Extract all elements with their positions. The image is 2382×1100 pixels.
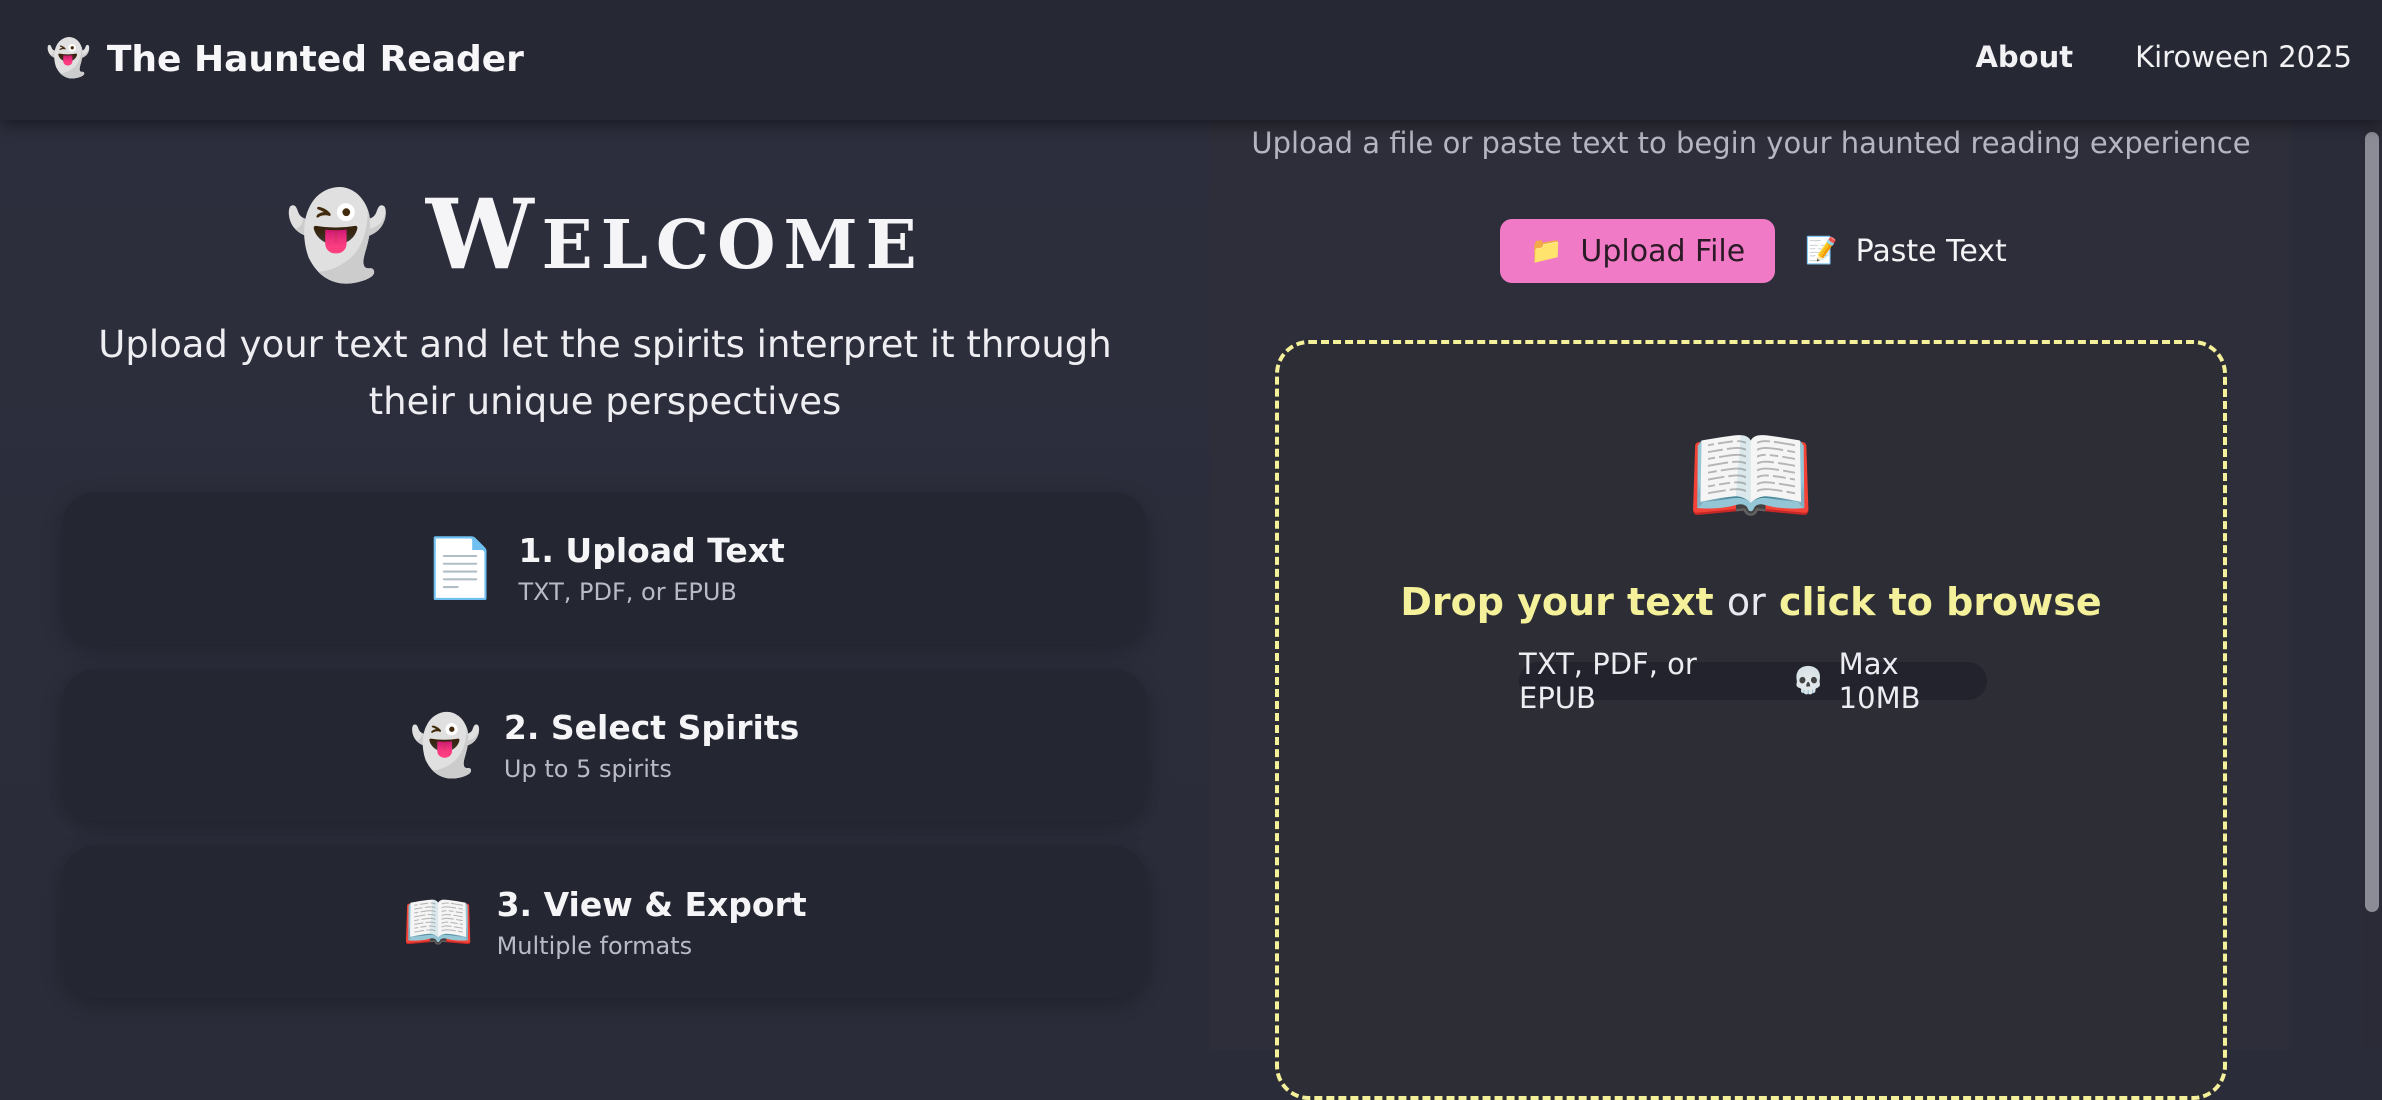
welcome-panel: 👻 Welcome Upload your text and let the s… xyxy=(0,120,1210,1050)
skull-icon: 💀 xyxy=(1792,666,1825,696)
open-book-icon: 📖 xyxy=(402,887,475,956)
memo-icon: 📝 xyxy=(1805,236,1838,266)
file-limits-badge: TXT, PDF, or EPUB 💀 Max 10MB xyxy=(1519,647,1987,715)
tab-upload-file[interactable]: 📁 Upload File xyxy=(1500,219,1776,283)
step-title: 1. Upload Text xyxy=(518,530,785,570)
welcome-heading: 👻 Welcome xyxy=(0,180,1210,290)
scrollbar-thumb[interactable] xyxy=(2365,132,2379,912)
ghost-icon: 👻 xyxy=(46,38,91,79)
page-edge xyxy=(2292,120,2362,1050)
max-size-text: Max 10MB xyxy=(1838,647,1921,715)
formats-text: TXT, PDF, or EPUB xyxy=(1519,647,1697,715)
step-card-export: 📖 3. View & Export Multiple formats xyxy=(62,846,1147,998)
tab-label: Upload File xyxy=(1580,233,1746,269)
brand-title: The Haunted Reader xyxy=(106,38,524,80)
step-subtitle: TXT, PDF, or EPUB xyxy=(518,577,737,606)
browse-link[interactable]: click to browse xyxy=(1779,580,2102,624)
or-text: or xyxy=(1726,580,1766,624)
file-dropzone[interactable]: 📖 Drop your text or click to browse TXT,… xyxy=(1275,340,2227,1100)
drop-text: Drop your text xyxy=(1400,580,1714,624)
tab-label: Paste Text xyxy=(1855,233,2007,269)
scrollbar[interactable] xyxy=(2362,120,2382,1050)
upload-subtitle: Upload a file or paste text to begin you… xyxy=(1251,126,2251,160)
step-card-upload: 📄 1. Upload Text TXT, PDF, or EPUB xyxy=(62,492,1147,644)
step-title: 3. View & Export xyxy=(496,884,807,924)
step-title: 2. Select Spirits xyxy=(503,707,800,747)
input-mode-tabs: 📁 Upload File 📝 Paste Text xyxy=(1500,219,2037,283)
dropzone-prompt: Drop your text or click to browse xyxy=(1279,580,2223,624)
ghost-tongue-icon: 👻 xyxy=(285,186,390,284)
step-subtitle: Multiple formats xyxy=(496,931,693,960)
welcome-tagline: Upload your text and let the spirits int… xyxy=(98,323,1112,423)
step-card-spirits: 👻 2. Select Spirits Up to 5 spirits xyxy=(62,669,1147,821)
upload-panel: Upload a file or paste text to begin you… xyxy=(1210,0,2292,1100)
ghost-icon: 👻 xyxy=(409,710,482,779)
nav-kiroween-link[interactable]: Kiroween 2025 xyxy=(2135,40,2352,74)
folder-icon: 📁 xyxy=(1530,236,1563,266)
nav-links: About Kiroween 2025 xyxy=(1913,40,2352,74)
step-subtitle: Up to 5 spirits xyxy=(503,754,672,783)
tab-paste-text[interactable]: 📝 Paste Text xyxy=(1775,219,2037,283)
top-navbar: 👻 The Haunted Reader About Kiroween 2025 xyxy=(0,0,2382,120)
open-book-icon: 📖 xyxy=(1686,414,1816,536)
brand[interactable]: 👻 The Haunted Reader xyxy=(46,33,524,85)
document-icon: 📄 xyxy=(424,533,497,602)
welcome-title: Welcome xyxy=(425,178,925,291)
nav-about-link[interactable]: About xyxy=(1975,40,2073,74)
